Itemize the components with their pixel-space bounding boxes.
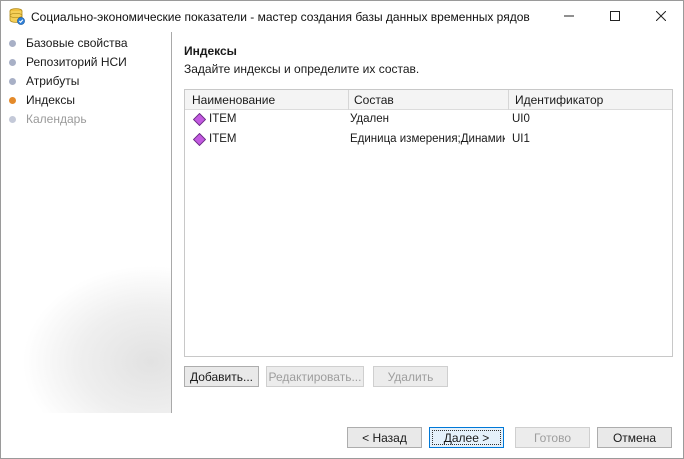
table-row[interactable]: ITEM Удален UI0: [185, 110, 672, 130]
next-button-label: Далее >: [443, 430, 490, 445]
page-title: Индексы: [184, 44, 237, 58]
sidebar-divider: [171, 32, 172, 413]
page-description: Задайте индексы и определите их состав.: [184, 62, 420, 76]
table-row[interactable]: ITEM Единица измерения;Динамика UI1: [185, 130, 672, 150]
step-label: Репозиторий НСИ: [26, 55, 127, 69]
minimize-icon: [564, 15, 574, 17]
step-basic-properties[interactable]: Базовые свойства: [9, 35, 128, 51]
wizard-window: Социально-экономические показатели - мас…: [0, 0, 684, 459]
wizard-steps-sidebar: Базовые свойства Репозиторий НСИ Атрибут…: [1, 32, 172, 413]
step-attributes[interactable]: Атрибуты: [9, 73, 79, 89]
window-title: Социально-экономические показатели - мас…: [31, 10, 530, 24]
step-label: Календарь: [26, 112, 87, 126]
step-status-dot-icon: [9, 77, 16, 85]
cell-identifier: UI0: [512, 113, 530, 125]
step-status-dot-icon: [9, 115, 16, 123]
step-status-dot-icon: [9, 96, 16, 104]
back-button[interactable]: < Назад: [347, 427, 422, 448]
add-index-button[interactable]: Добавить...: [184, 366, 259, 387]
step-mdm-repository[interactable]: Репозиторий НСИ: [9, 54, 127, 70]
maximize-button[interactable]: [592, 1, 638, 31]
table-header: Наименование Состав Идентификатор: [185, 90, 672, 110]
step-indexes[interactable]: Индексы: [9, 92, 75, 108]
column-separator[interactable]: [348, 90, 349, 110]
cell-name: ITEM: [209, 113, 237, 125]
step-status-dot-icon: [9, 39, 16, 47]
cell-composition: Удален: [350, 113, 389, 125]
index-diamond-icon: [193, 113, 206, 126]
delete-index-button: Удалить: [373, 366, 448, 387]
cancel-button[interactable]: Отмена: [597, 427, 672, 448]
step-calendar: Календарь: [9, 111, 87, 127]
finish-button: Готово: [515, 427, 590, 448]
indexes-table[interactable]: Наименование Состав Идентификатор ITEM У…: [184, 89, 673, 357]
step-label: Индексы: [26, 93, 75, 107]
title-bar: Социально-экономические показатели - мас…: [1, 1, 683, 32]
cell-identifier: UI1: [512, 133, 530, 145]
column-header-name[interactable]: Наименование: [192, 93, 275, 107]
database-wizard-icon: [9, 8, 25, 25]
cell-composition: Единица измерения;Динамика: [350, 133, 505, 145]
minimize-button[interactable]: [546, 1, 592, 31]
index-diamond-icon: [193, 133, 206, 146]
next-button[interactable]: Далее >: [429, 427, 504, 448]
column-header-identifier[interactable]: Идентификатор: [515, 93, 603, 107]
step-status-dot-icon: [9, 58, 16, 66]
edit-index-button: Редактировать...: [266, 366, 364, 387]
maximize-icon: [610, 11, 620, 21]
close-button[interactable]: [638, 1, 684, 31]
column-separator[interactable]: [508, 90, 509, 110]
step-label: Атрибуты: [26, 74, 80, 88]
column-header-composition[interactable]: Состав: [354, 93, 394, 107]
close-icon: [656, 11, 666, 21]
step-label: Базовые свойства: [26, 36, 128, 50]
cell-name: ITEM: [209, 133, 237, 145]
